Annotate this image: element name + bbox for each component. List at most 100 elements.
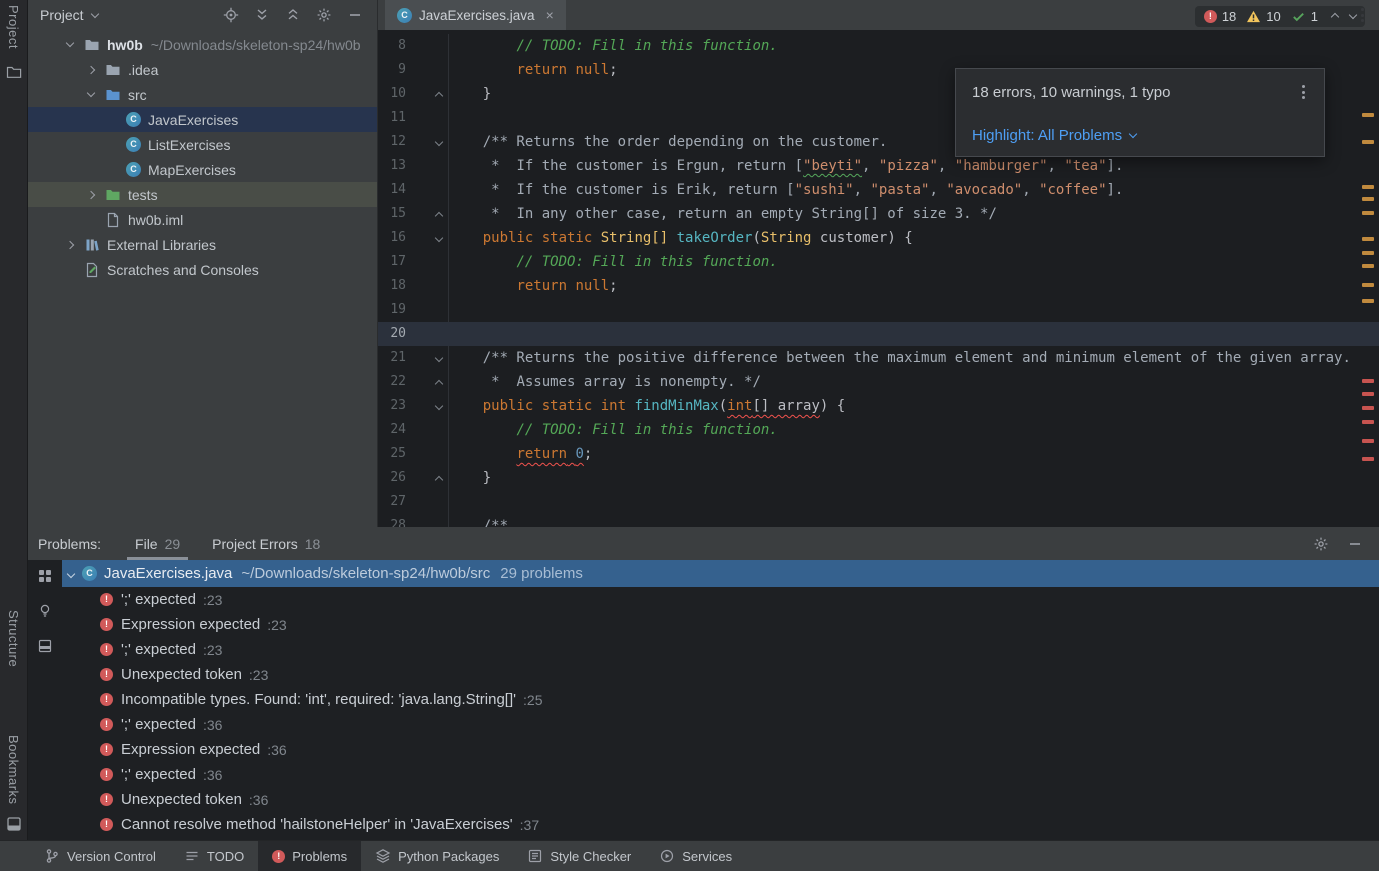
line-number[interactable]: 22 — [378, 370, 406, 394]
stripe-mark-err[interactable] — [1362, 406, 1374, 410]
statusbar-services[interactable]: Services — [645, 841, 746, 871]
line-number[interactable]: 12 — [378, 130, 406, 154]
problem-item[interactable]: !';' expected:23 — [62, 587, 1379, 612]
code-line-16[interactable]: 16 public static String[] takeOrder(Stri… — [378, 226, 1379, 250]
line-number[interactable]: 23 — [378, 394, 406, 418]
problem-item[interactable]: !';' expected:36 — [62, 712, 1379, 737]
chevron-down-icon[interactable] — [87, 89, 95, 97]
stripe-mark-err[interactable] — [1362, 439, 1374, 443]
chevron-right-icon[interactable] — [66, 240, 74, 248]
statusbar-problems[interactable]: !Problems — [258, 841, 361, 871]
statusbar-version-control[interactable]: Version Control — [30, 841, 170, 871]
stripe-mark-warn[interactable] — [1362, 283, 1374, 287]
statusbar-python-packages[interactable]: Python Packages — [361, 841, 513, 871]
line-number[interactable]: 26 — [378, 466, 406, 490]
fold-up-icon[interactable] — [435, 476, 443, 484]
code-line-24[interactable]: 24 // TODO: Fill in this function. — [378, 418, 1379, 442]
tab-project-errors[interactable]: Project Errors 18 — [204, 527, 328, 560]
problem-item[interactable]: !Incompatible types. Found: 'int', requi… — [62, 687, 1379, 712]
tree-item-hw0b-iml[interactable]: hw0b.iml — [28, 207, 377, 232]
stripe-mark-warn[interactable] — [1362, 185, 1374, 189]
stripe-mark-err[interactable] — [1362, 457, 1374, 461]
settings-button[interactable] — [1313, 536, 1329, 552]
line-number[interactable]: 21 — [378, 346, 406, 370]
chevron-right-icon[interactable] — [87, 65, 95, 73]
code-line-19[interactable]: 19 — [378, 298, 1379, 322]
fold-up-icon[interactable] — [435, 212, 443, 220]
hide-button[interactable] — [347, 7, 363, 23]
line-number[interactable]: 15 — [378, 202, 406, 226]
tree-item-scratches-and-consoles[interactable]: Scratches and Consoles — [28, 257, 377, 282]
line-number[interactable]: 9 — [378, 58, 406, 82]
code-line-17[interactable]: 17 // TODO: Fill in this function. — [378, 250, 1379, 274]
problem-item[interactable]: !Expression expected:36 — [62, 737, 1379, 762]
problem-item[interactable]: !Unexpected token:23 — [62, 662, 1379, 687]
problems-file-row[interactable]: C JavaExercises.java ~/Downloads/skeleto… — [62, 560, 1379, 587]
stripe-mark-warn[interactable] — [1362, 140, 1374, 144]
tree-item-idea[interactable]: .idea — [28, 57, 377, 82]
tab-javaexercises[interactable]: C JavaExercises.java × — [385, 0, 566, 30]
tree-item-hw0b[interactable]: hw0b~/Downloads/skeleton-sp24/hw0b — [28, 32, 377, 57]
code-line-18[interactable]: 18 return null; — [378, 274, 1379, 298]
stripe-button-bookmarks[interactable]: Bookmarks — [6, 735, 21, 805]
line-number[interactable]: 17 — [378, 250, 406, 274]
line-number[interactable]: 19 — [378, 298, 406, 322]
bottom-tool-icon[interactable] — [6, 816, 22, 832]
code-line-23[interactable]: 23 public static int findMinMax(int[] ar… — [378, 394, 1379, 418]
stripe-mark-warn[interactable] — [1362, 264, 1374, 268]
expand-all-button[interactable] — [254, 7, 270, 23]
code-line-22[interactable]: 22 * Assumes array is nonempty. */ — [378, 370, 1379, 394]
line-number[interactable]: 8 — [378, 34, 406, 58]
warnings-count[interactable]: 10 — [1246, 9, 1280, 24]
fold-down-icon[interactable] — [435, 234, 443, 242]
tree-item-src[interactable]: src — [28, 82, 377, 107]
stripe-mark-err[interactable] — [1362, 379, 1374, 383]
fold-down-icon[interactable] — [435, 402, 443, 410]
stripe-mark-err[interactable] — [1362, 420, 1374, 424]
code-line-25[interactable]: 25 return 0; — [378, 442, 1379, 466]
line-number[interactable]: 27 — [378, 490, 406, 514]
line-number[interactable]: 18 — [378, 274, 406, 298]
code-line-26[interactable]: 26 } — [378, 466, 1379, 490]
project-panel-title[interactable]: Project — [40, 7, 84, 23]
group-by-button[interactable] — [36, 567, 54, 585]
project-tool-icon[interactable] — [6, 64, 22, 80]
stripe-mark-warn[interactable] — [1362, 251, 1374, 255]
tree-item-external-libraries[interactable]: External Libraries — [28, 232, 377, 257]
code-line-28[interactable]: 28 /** — [378, 514, 1379, 527]
code-line-13[interactable]: 13 * If the customer is Ergun, return ["… — [378, 154, 1379, 178]
tree-item-tests[interactable]: tests — [28, 182, 377, 207]
stripe-mark-warn[interactable] — [1362, 237, 1374, 241]
stripe-button-project[interactable]: Project — [6, 5, 21, 49]
chevron-up-icon[interactable] — [1331, 12, 1339, 20]
chevron-down-icon[interactable] — [66, 39, 74, 47]
problem-item[interactable]: !';' expected:36 — [62, 762, 1379, 787]
line-number[interactable]: 14 — [378, 178, 406, 202]
typos-count[interactable]: 1 — [1291, 9, 1318, 24]
tree-item-mapexercises[interactable]: CMapExercises — [28, 157, 377, 182]
fold-up-icon[interactable] — [435, 380, 443, 388]
stripe-button-structure[interactable]: Structure — [6, 610, 21, 667]
line-number[interactable]: 16 — [378, 226, 406, 250]
code-line-20[interactable]: 20 — [378, 322, 1379, 346]
line-number[interactable]: 24 — [378, 418, 406, 442]
line-number[interactable]: 20 — [378, 322, 406, 346]
stripe-mark-warn[interactable] — [1362, 197, 1374, 201]
stripe-mark-warn[interactable] — [1362, 211, 1374, 215]
preview-button[interactable] — [36, 602, 54, 620]
statusbar-todo[interactable]: TODO — [170, 841, 258, 871]
layout-button[interactable] — [36, 637, 54, 655]
chevron-right-icon[interactable] — [87, 190, 95, 198]
problem-item[interactable]: !Cannot resolve method 'hailstoneHelper'… — [62, 812, 1379, 837]
fold-down-icon[interactable] — [435, 354, 443, 362]
popup-kebab-icon[interactable] — [1299, 82, 1308, 102]
problem-item[interactable]: !Expression expected:23 — [62, 612, 1379, 637]
line-number[interactable]: 28 — [378, 514, 406, 527]
problem-item[interactable]: !';' expected:23 — [62, 637, 1379, 662]
code-line-14[interactable]: 14 * If the customer is Erik, return ["s… — [378, 178, 1379, 202]
collapse-all-button[interactable] — [285, 7, 301, 23]
line-number[interactable]: 10 — [378, 82, 406, 106]
chevron-down-icon[interactable] — [1349, 11, 1357, 19]
tab-file[interactable]: File 29 — [127, 527, 188, 560]
hide-button[interactable] — [1347, 536, 1363, 552]
